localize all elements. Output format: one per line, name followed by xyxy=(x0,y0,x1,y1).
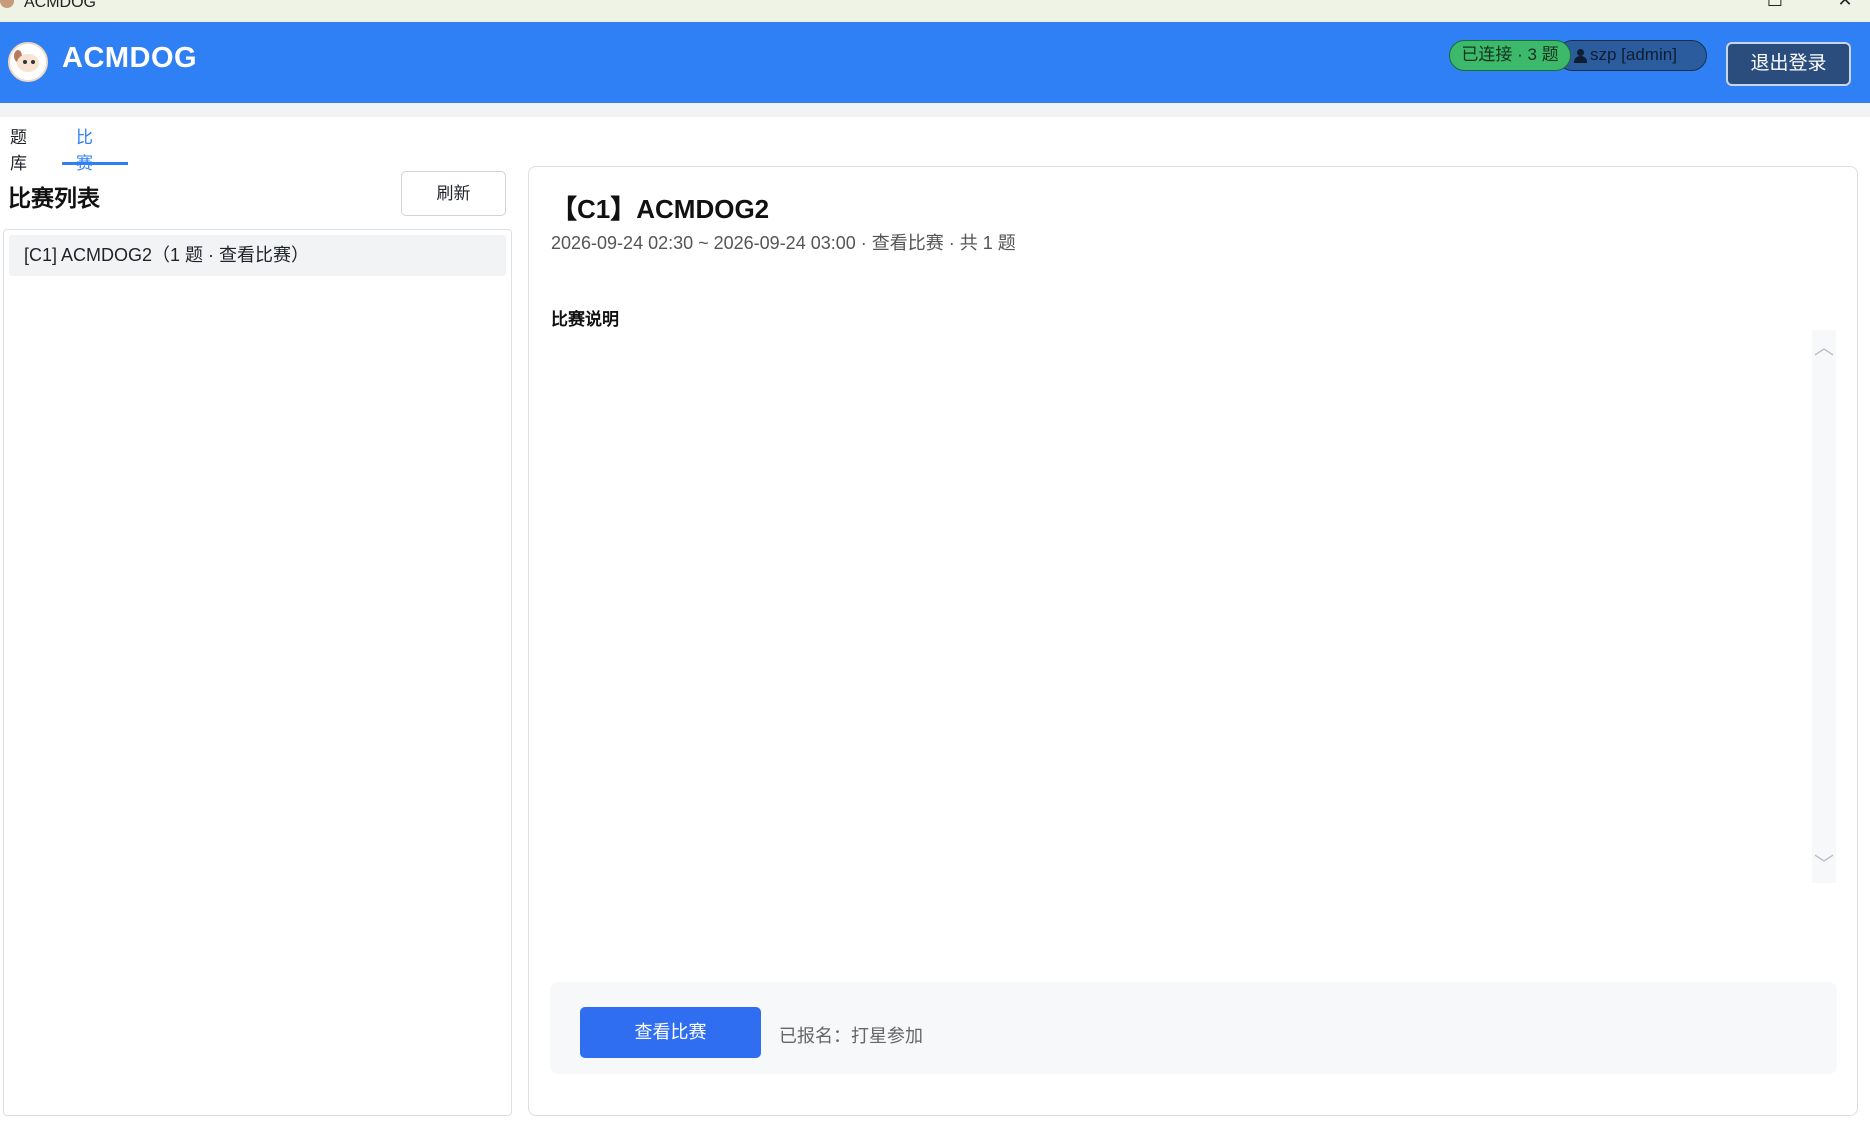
contest-list-title: 比赛列表 xyxy=(8,185,100,211)
user-badge: szp [admin] xyxy=(1557,40,1707,71)
description-label: 比赛说明 xyxy=(551,310,619,329)
registration-status: 已报名：打星参加 xyxy=(779,1026,923,1046)
logout-button[interactable]: 退出登录 xyxy=(1726,42,1851,86)
user-name: szp [admin] xyxy=(1590,45,1677,64)
contest-list: [C1] ACMDOG2（1 题 · 查看比赛） xyxy=(3,229,512,1116)
app-header: ACMDOG szp [admin] 已连接 · 3 题 退出登录 xyxy=(0,22,1870,103)
scroll-down-icon[interactable]: ﹀ xyxy=(1814,855,1834,875)
contest-meta: 2026-09-24 02:30 ~ 2026-09-24 03:00 · 查看… xyxy=(551,233,1016,253)
close-icon[interactable]: ✕ xyxy=(1830,0,1860,9)
tab-contests[interactable]: 比赛 xyxy=(76,125,93,173)
main-content: 题库 比赛 比赛列表 刷新 [C1] ACMDOG2（1 题 · 查看比赛） 【… xyxy=(0,117,1870,1131)
connection-status-badge: 已连接 · 3 题 xyxy=(1449,40,1571,71)
contest-detail-panel: 【C1】ACMDOG2 2026-09-24 02:30 ~ 2026-09-2… xyxy=(528,166,1858,1116)
user-icon xyxy=(1574,49,1587,63)
description-scrollbar[interactable]: ︿ ﹀ xyxy=(1812,330,1836,883)
app-icon xyxy=(0,0,14,8)
scroll-up-icon[interactable]: ︿ xyxy=(1814,338,1834,358)
action-bar: 查看比赛 已报名：打星参加 xyxy=(550,982,1837,1074)
contest-title: 【C1】ACMDOG2 xyxy=(551,194,770,224)
window-title: ACMDOG xyxy=(24,0,96,11)
window-titlebar: ACMDOG ☐ ✕ xyxy=(0,0,1870,22)
contest-list-item[interactable]: [C1] ACMDOG2（1 题 · 查看比赛） xyxy=(9,235,506,276)
maximize-icon[interactable]: ☐ xyxy=(1760,0,1790,9)
logo-icon xyxy=(8,42,48,82)
refresh-button[interactable]: 刷新 xyxy=(401,171,506,216)
brand-name: ACMDOG xyxy=(62,42,198,74)
view-contest-button[interactable]: 查看比赛 xyxy=(580,1007,761,1058)
active-tab-indicator xyxy=(62,162,128,165)
tab-problem-bank[interactable]: 题库 xyxy=(10,125,27,173)
